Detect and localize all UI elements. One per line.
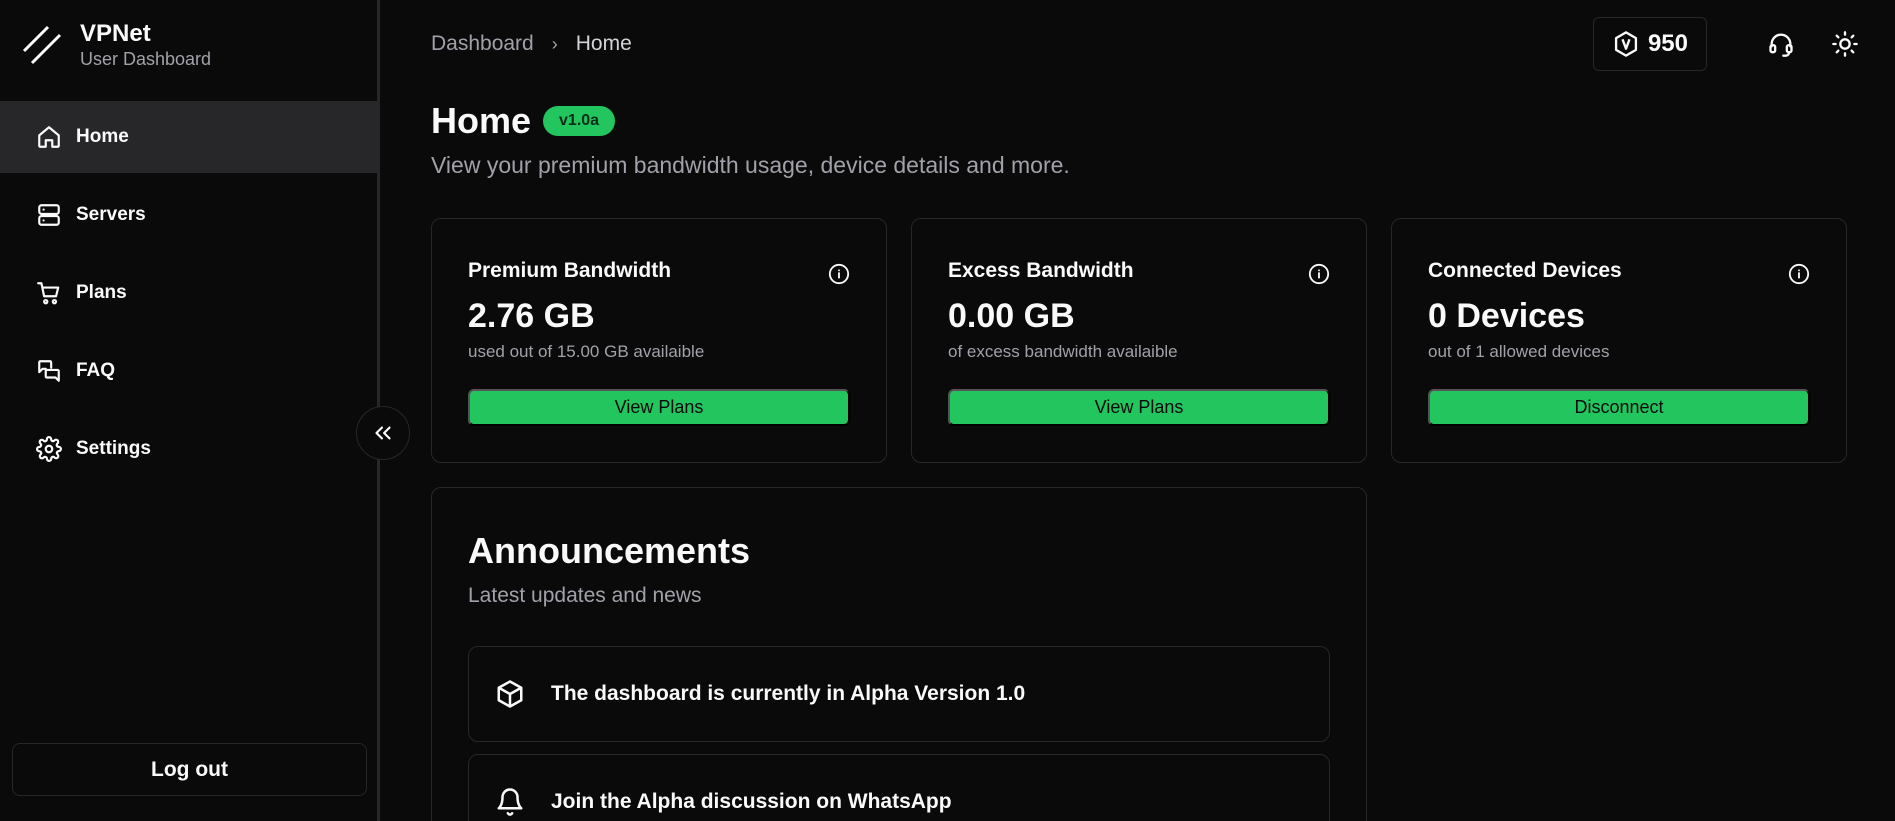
announcements-title: Announcements xyxy=(468,530,751,571)
card-description: used out of 15.00 GB availaible xyxy=(468,342,705,361)
list-item[interactable]: The dashboard is currently in Alpha Vers… xyxy=(468,646,1330,742)
title-row: Home v1.0a xyxy=(431,100,616,142)
card-premium-bandwidth: Premium Bandwidth 2.76 GB used out of 15… xyxy=(431,218,887,463)
breadcrumb-current: Home xyxy=(575,32,632,55)
breadcrumb-dashboard[interactable]: Dashboard xyxy=(431,32,534,56)
list-item[interactable]: Join the Alpha discussion on WhatsApp xyxy=(468,754,1330,821)
info-icon[interactable] xyxy=(828,263,850,285)
view-plans-button[interactable]: View Plans xyxy=(948,389,1330,426)
sidebar-item-faq[interactable]: FAQ xyxy=(0,335,380,407)
brand[interactable]: VPNet User Dashboard xyxy=(20,18,211,72)
view-plans-button[interactable]: View Plans xyxy=(468,389,850,426)
theme-toggle-button[interactable] xyxy=(1825,24,1865,64)
announcements-list: The dashboard is currently in Alpha Vers… xyxy=(468,646,1330,821)
credits-badge[interactable]: 950 xyxy=(1592,17,1707,71)
sidebar-item-label: Plans xyxy=(76,282,127,303)
sidebar-item-home[interactable]: Home xyxy=(0,101,380,173)
gear-icon xyxy=(36,436,62,462)
page-title: Home xyxy=(431,100,532,141)
collapse-sidebar-button[interactable] xyxy=(356,406,410,460)
bell-icon xyxy=(497,788,523,816)
brand-subtitle: User Dashboard xyxy=(80,49,212,69)
chevrons-left-icon xyxy=(375,426,391,440)
cart-icon xyxy=(37,282,60,305)
card-value: 2.76 GB xyxy=(468,297,595,335)
topbar: 950 xyxy=(1592,17,1865,71)
info-icon[interactable] xyxy=(1308,263,1330,285)
sidebar-item-servers[interactable]: Servers xyxy=(0,179,380,251)
card-description: of excess bandwidth availaible xyxy=(948,342,1178,361)
messages-icon xyxy=(38,360,60,382)
server-icon xyxy=(38,204,60,226)
logo-icon xyxy=(22,25,62,65)
sidebar-item-settings[interactable]: Settings xyxy=(0,413,380,485)
app-root: VPNet User Dashboard Home Servers Plans … xyxy=(0,0,1895,821)
card-title: Premium Bandwidth xyxy=(468,259,672,282)
page-subtitle: View your premium bandwidth usage, devic… xyxy=(431,152,1070,178)
sidebar-item-label: Home xyxy=(76,126,129,147)
home-icon xyxy=(38,126,60,148)
card-description: out of 1 allowed devices xyxy=(1428,342,1610,361)
announcement-text: Join the Alpha discussion on WhatsApp xyxy=(551,790,952,813)
box-icon xyxy=(497,680,523,708)
breadcrumb: Dashboard › Home xyxy=(431,32,632,56)
sidebar-item-label: Servers xyxy=(76,204,146,225)
version-badge: v1.0a xyxy=(543,106,616,136)
card-connected-devices: Connected Devices 0 Devices out of 1 all… xyxy=(1391,218,1847,463)
card-value: 0.00 GB xyxy=(948,297,1075,335)
stat-cards: Premium Bandwidth 2.76 GB used out of 15… xyxy=(431,218,1871,463)
card-excess-bandwidth: Excess Bandwidth 0.00 GB of excess bandw… xyxy=(911,218,1367,463)
support-button[interactable] xyxy=(1761,24,1801,64)
vcoin-icon xyxy=(1614,31,1638,57)
announcements-subtitle: Latest updates and news xyxy=(468,584,702,607)
sidebar: VPNet User Dashboard Home Servers Plans … xyxy=(0,0,380,821)
sidebar-nav: Home Servers Plans FAQ Settings xyxy=(0,101,380,491)
sun-icon xyxy=(1832,31,1858,57)
brand-name: VPNet xyxy=(80,20,151,47)
sidebar-item-plans[interactable]: Plans xyxy=(0,257,380,329)
headset-icon xyxy=(1769,33,1793,57)
chevron-right-icon: › xyxy=(551,33,558,54)
announcements-panel: Announcements Latest updates and news Th… xyxy=(431,487,1367,821)
card-value: 0 Devices xyxy=(1428,297,1585,335)
logout-button[interactable]: Log out xyxy=(12,743,367,796)
card-title: Connected Devices xyxy=(1428,259,1622,282)
credits-value: 950 xyxy=(1647,30,1688,57)
announcement-text: The dashboard is currently in Alpha Vers… xyxy=(551,682,1026,705)
disconnect-button[interactable]: Disconnect xyxy=(1428,389,1810,426)
info-icon[interactable] xyxy=(1788,263,1810,285)
sidebar-item-label: Settings xyxy=(76,438,151,459)
sidebar-item-label: FAQ xyxy=(76,360,116,381)
main-content: Dashboard › Home 950 Home v1.0a View you… xyxy=(431,0,1895,821)
card-title: Excess Bandwidth xyxy=(948,259,1134,282)
brand-text: VPNet User Dashboard xyxy=(80,20,211,70)
